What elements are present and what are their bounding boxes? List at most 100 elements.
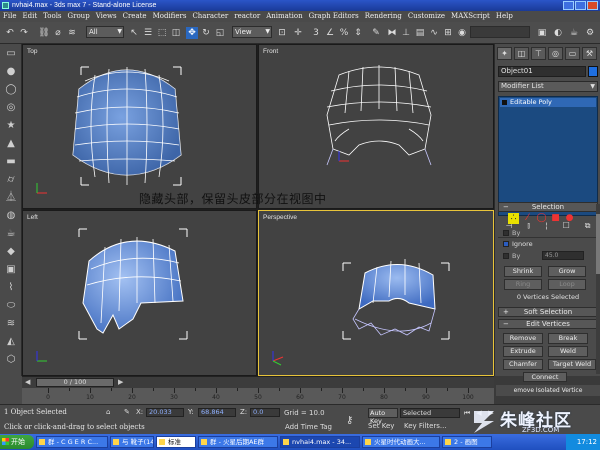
target-weld-button[interactable]: Target Weld <box>548 359 596 370</box>
angle-spinner[interactable]: 45.0 <box>542 251 584 260</box>
scrollbar-thumb[interactable] <box>596 214 600 274</box>
redo-icon[interactable]: ↷ <box>18 27 30 39</box>
unlink-icon[interactable]: ⌀ <box>52 27 64 39</box>
link-icon[interactable]: ⛓ <box>38 27 50 39</box>
menu-group[interactable]: Group <box>68 11 90 22</box>
taskbar-item[interactable]: 群 - C G E R C... <box>36 436 108 448</box>
time-slider-thumb[interactable]: 0 / 100 <box>36 378 114 387</box>
mirror-icon[interactable]: ⧓ <box>386 27 398 39</box>
connect-button[interactable]: Connect <box>523 372 567 382</box>
menu-rendering[interactable]: Rendering <box>365 11 402 22</box>
close-button[interactable] <box>587 1 598 10</box>
reference-coordinate-dropdown[interactable]: View ▼ <box>232 26 272 38</box>
menu-help[interactable]: Help <box>496 11 513 22</box>
selection-rollout[interactable]: − Selection <box>498 202 598 212</box>
y-coordinate-field[interactable]: 68.864 <box>198 408 236 417</box>
align-icon[interactable]: ⊥ <box>400 27 412 39</box>
select-and-rotate-icon[interactable]: ↻ <box>200 27 212 39</box>
lock-selection-icon[interactable]: ⌂ <box>106 408 110 416</box>
set-key-button[interactable]: Set Key <box>368 422 394 430</box>
create-sphere-icon[interactable]: ● <box>5 66 17 78</box>
viewport-left[interactable]: Left <box>22 210 257 376</box>
polygon-mode-icon[interactable]: ■ <box>550 213 561 224</box>
border-mode-icon[interactable]: ◯ <box>536 213 547 224</box>
z-coordinate-field[interactable]: 0.0 <box>250 408 280 417</box>
select-by-name-icon[interactable]: ☰ <box>142 27 154 39</box>
ring-button[interactable]: Ring <box>504 279 542 290</box>
absolute-mode-icon[interactable]: ✎ <box>124 408 130 416</box>
bind-space-warp-icon[interactable]: ≋ <box>66 27 78 39</box>
ignore-backfacing-checkbox[interactable]: Ignore <box>503 240 533 248</box>
select-and-scale-icon[interactable]: ◱ <box>214 27 226 39</box>
create-hose-icon[interactable]: ≋ <box>5 318 17 330</box>
region-select-icon[interactable]: ⬚ <box>156 27 168 39</box>
window-crossing-icon[interactable]: ◫ <box>170 27 182 39</box>
menu-character[interactable]: Character <box>192 11 228 22</box>
taskbar-item-ime[interactable]: 标准 <box>156 436 196 448</box>
menu-modifiers[interactable]: Modifiers <box>153 11 187 22</box>
create-geosphere-icon[interactable]: ◍ <box>5 210 17 222</box>
material-editor-icon[interactable]: ◉ <box>456 27 468 39</box>
start-button[interactable]: 开始 <box>0 435 34 449</box>
soft-selection-rollout[interactable]: + Soft Selection <box>498 307 598 317</box>
create-hedra-icon[interactable]: ◆ <box>5 246 17 258</box>
named-selection-sets-dropdown[interactable] <box>470 26 530 38</box>
selection-filter-dropdown[interactable]: All ▼ <box>86 26 124 38</box>
vertex-mode-icon[interactable]: ∴ <box>508 213 519 224</box>
render-scene-icon[interactable]: ▣ <box>536 27 548 39</box>
extrude-button[interactable]: Extrude <box>503 346 543 357</box>
auto-key-button[interactable]: Auto Key <box>368 408 398 425</box>
select-and-move-icon[interactable]: ✥ <box>186 27 198 39</box>
create-torus-icon[interactable]: ◯ <box>5 84 17 96</box>
configure-modifier-sets-icon[interactable]: ⧉ <box>585 221 591 233</box>
menu-tools[interactable]: Tools <box>43 11 61 22</box>
menu-edit[interactable]: Edit <box>22 11 37 22</box>
by-angle-checkbox[interactable]: By <box>503 252 520 260</box>
layer-manager-icon[interactable]: ▤ <box>414 27 426 39</box>
create-prism-icon[interactable]: ◭ <box>5 336 17 348</box>
modifier-stack[interactable]: Editable Poly <box>498 96 598 216</box>
remove-isolated-vertices-button[interactable]: emove Isolated Vertice <box>496 385 600 396</box>
create-tab-icon[interactable]: ✦ <box>497 47 512 60</box>
select-object-icon[interactable]: ↖ <box>128 27 140 39</box>
grow-button[interactable]: Grow <box>548 266 586 277</box>
key-filters-button[interactable]: Key Filters... <box>404 422 447 430</box>
viewport-perspective[interactable]: Perspective <box>258 210 494 376</box>
create-box-icon[interactable]: ▭ <box>5 48 17 60</box>
command-panel-scrollbar[interactable] <box>596 204 600 374</box>
schematic-view-icon[interactable]: ⊞ <box>442 27 454 39</box>
display-tab-icon[interactable]: ▭ <box>565 47 580 60</box>
track-bar[interactable]: 0 10 20 30 40 50 60 70 80 90 100 <box>22 388 494 404</box>
menu-animation[interactable]: Animation <box>266 11 302 22</box>
create-pyramid-icon[interactable]: ▲ <box>5 138 17 150</box>
break-button[interactable]: Break <box>548 333 588 344</box>
quick-render-icon[interactable]: ◐ <box>552 27 564 39</box>
viewport-front[interactable]: Front <box>258 44 494 209</box>
object-color-swatch[interactable] <box>588 66 598 77</box>
element-mode-icon[interactable]: ● <box>564 213 575 224</box>
next-frame-icon[interactable]: ▶ <box>118 378 123 386</box>
menu-reactor[interactable]: reactor <box>234 11 260 22</box>
utilities-tab-icon[interactable]: ⚒ <box>582 47 597 60</box>
hierarchy-tab-icon[interactable]: ⊤ <box>531 47 546 60</box>
loop-button[interactable]: Loop <box>548 279 586 290</box>
time-slider[interactable]: ◀ 0 / 100 ▶ <box>22 376 494 388</box>
undo-icon[interactable]: ↶ <box>4 27 16 39</box>
stack-item-editable-poly[interactable]: Editable Poly <box>500 98 596 107</box>
add-time-tag-button[interactable]: Add Time Tag <box>285 423 332 431</box>
create-cylinder-icon[interactable]: ⌭ <box>5 174 17 186</box>
viewport-top[interactable]: Top <box>22 44 257 209</box>
angle-snap-icon[interactable]: ∠ <box>324 27 336 39</box>
spinner-snap-icon[interactable]: ⇕ <box>352 27 364 39</box>
menu-maxscript[interactable]: MAXScript <box>451 11 490 22</box>
create-cone-icon[interactable]: ⏅ <box>5 192 17 204</box>
menu-create[interactable]: Create <box>123 11 147 22</box>
remove-button[interactable]: Remove <box>503 333 543 344</box>
taskbar-item[interactable]: 2 - 画图 <box>442 436 492 448</box>
create-tube-icon[interactable]: ◎ <box>5 102 17 114</box>
create-gengon-icon[interactable]: ⬡ <box>5 354 17 366</box>
maximize-button[interactable] <box>575 1 586 10</box>
snap-toggle-icon[interactable]: 3 <box>310 27 322 39</box>
chamfer-button[interactable]: Chamfer <box>503 359 543 370</box>
x-coordinate-field[interactable]: 20.033 <box>146 408 184 417</box>
